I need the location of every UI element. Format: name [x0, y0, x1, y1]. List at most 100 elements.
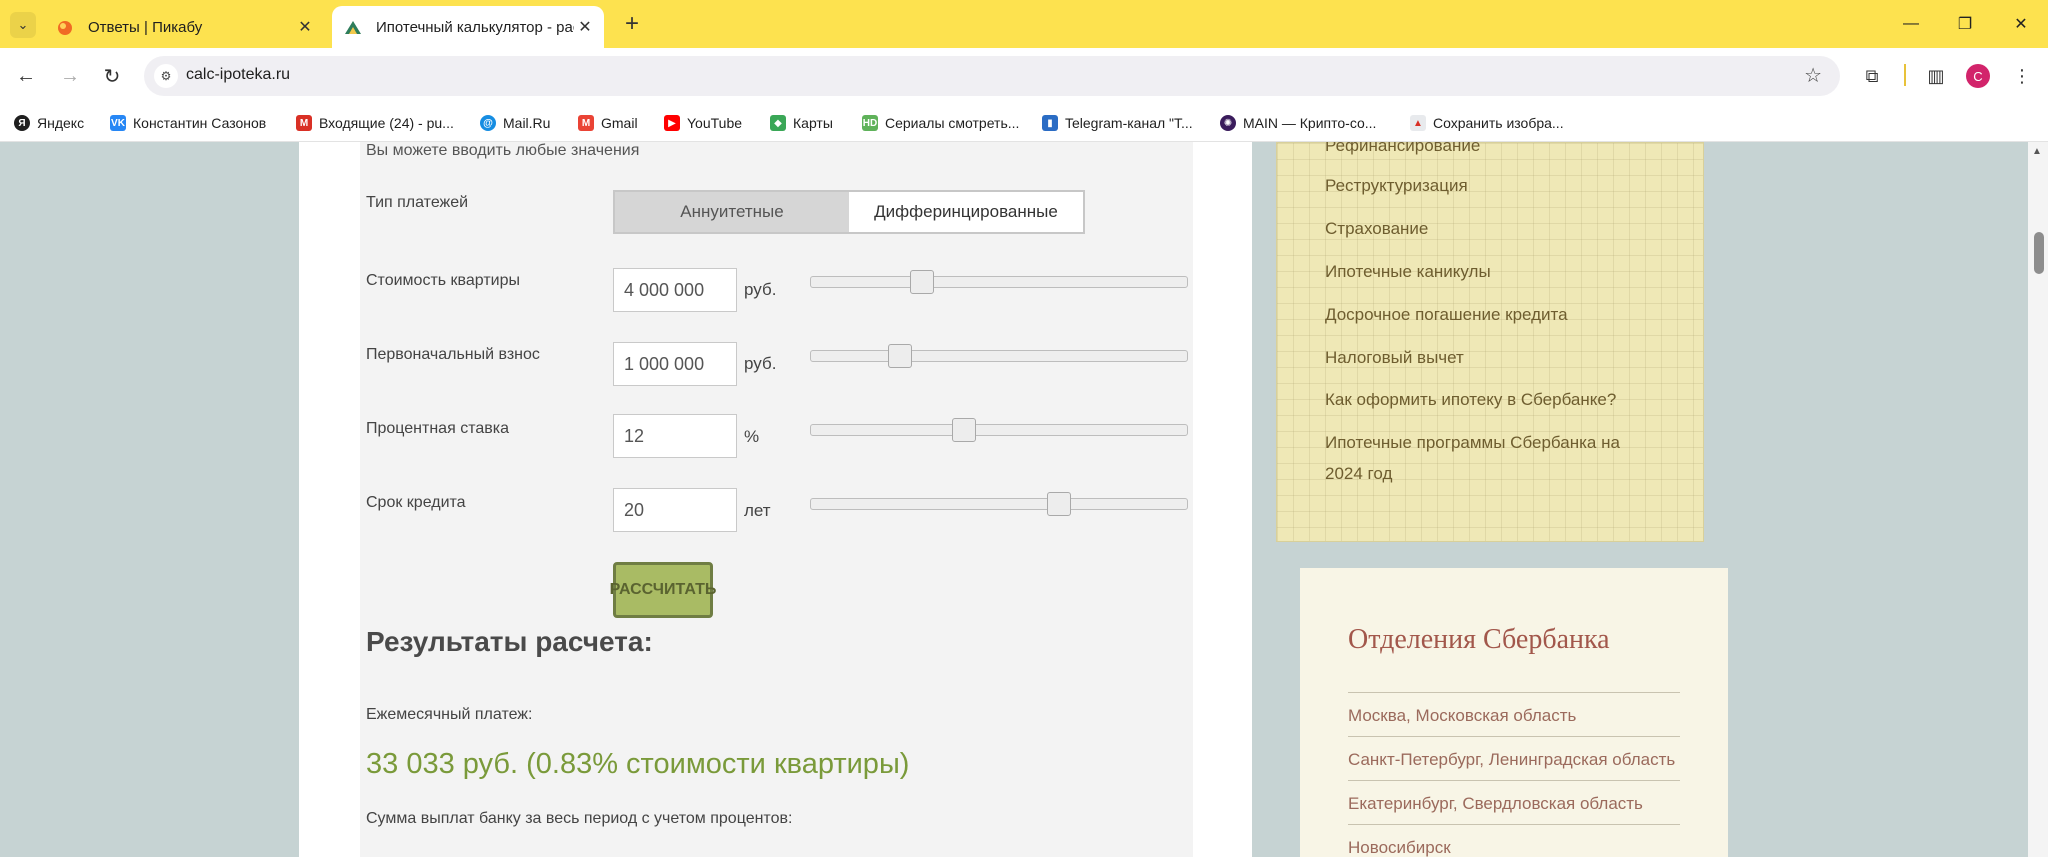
- sidebar-link[interactable]: Ипотечные программы Сбербанка на: [1325, 428, 1620, 458]
- close-icon[interactable]: ✕: [574, 16, 596, 38]
- hd-icon: HD: [862, 115, 878, 131]
- bookmark-star-icon[interactable]: ☆: [1804, 63, 1822, 88]
- tab-ipoteka[interactable]: Ипотечный калькулятор - рас ✕: [332, 6, 604, 48]
- page-viewport: Вы можете вводить любые значения Тип пла…: [0, 142, 2048, 857]
- loan-term-input[interactable]: 20: [613, 488, 737, 532]
- bookmark-item[interactable]: Я Яндекс: [14, 114, 84, 132]
- slider-handle[interactable]: [952, 418, 976, 442]
- image-save-icon: ▲: [1410, 115, 1426, 131]
- interest-rate-unit: %: [744, 427, 760, 446]
- address-bar[interactable]: ⚙ calc-ipoteka.ru ☆: [144, 56, 1840, 96]
- annuity-option[interactable]: Аннуитетные: [615, 192, 849, 232]
- interest-rate-slider[interactable]: [810, 418, 1188, 442]
- slider-handle[interactable]: [888, 344, 912, 368]
- divider: [1348, 736, 1680, 737]
- bookmark-item[interactable]: ▶ YouTube: [664, 114, 742, 132]
- interest-rate-input[interactable]: 12: [613, 414, 737, 458]
- browser-toolbar: ← → ↻ ⚙ calc-ipoteka.ru ☆ ⧉ ▥ ⋮: [0, 48, 2048, 104]
- monthly-payment-label: Ежемесячный платеж:: [366, 706, 533, 723]
- branch-link[interactable]: Санкт-Петербург, Ленинградская область: [1348, 750, 1675, 770]
- interest-rate-label: Процентная ставка: [366, 420, 509, 437]
- bookmark-item[interactable]: M Gmail: [578, 114, 638, 132]
- branches-panel: Отделения Сбербанка Москва, Московская о…: [1300, 568, 1728, 857]
- apartment-price-unit: руб.: [744, 280, 777, 299]
- tab-title: Ипотечный калькулятор - рас: [376, 18, 574, 36]
- tab-title: Ответы | Пикабу: [88, 18, 203, 36]
- url-text: calc-ipoteka.ru: [186, 66, 291, 83]
- bookmark-item[interactable]: M Входящие (24) - pu...: [296, 114, 454, 132]
- bookmark-item[interactable]: ▲ Сохранить изобра...: [1410, 114, 1564, 132]
- arrow-left-icon: ←: [16, 64, 36, 87]
- sidebar-link[interactable]: Реструктуризация: [1325, 171, 1468, 201]
- scroll-up-icon[interactable]: ▲: [2032, 146, 2042, 157]
- loan-term-unit: лет: [744, 501, 771, 520]
- ipoteka-favicon-icon: [345, 21, 361, 34]
- chevron-down-icon: ⌄: [17, 17, 29, 32]
- branch-link[interactable]: Москва, Московская область: [1348, 706, 1576, 726]
- monthly-payment-value: 33 033 руб. (0.83% стоимости квартиры): [366, 748, 910, 780]
- vk-icon: VK: [110, 115, 126, 131]
- sidebar-menu: Рефинансирование Реструктуризация Страхо…: [1276, 142, 1704, 542]
- side-panel-icon[interactable]: ▥: [1922, 62, 1950, 90]
- bookmark-item[interactable]: HD Сериалы смотреть...: [862, 114, 1019, 132]
- down-payment-label: Первоначальный взнос: [366, 346, 540, 363]
- bookmark-item[interactable]: ▮ Telegram-канал "Т...: [1042, 114, 1193, 132]
- arrow-right-icon: →: [60, 64, 80, 87]
- input-hint: Вы можете вводить любые значения: [366, 142, 640, 159]
- crypto-icon: ✺: [1220, 115, 1236, 131]
- bookmarks-bar: Я Яндекс VK Константин Сазонов M Входящие (…: [0, 104, 2048, 142]
- toolbar-divider: [1904, 64, 1906, 86]
- reload-button[interactable]: ↻: [98, 62, 126, 90]
- loan-term-slider[interactable]: [810, 492, 1188, 516]
- forward-button[interactable]: →: [56, 62, 84, 90]
- sidebar-link[interactable]: 2024 год: [1325, 459, 1392, 489]
- slider-handle[interactable]: [1047, 492, 1071, 516]
- profile-avatar[interactable]: С: [1966, 64, 1990, 88]
- minimize-button[interactable]: —: [1894, 12, 1928, 36]
- close-icon[interactable]: ✕: [294, 16, 316, 38]
- scrollbar-thumb[interactable]: [2034, 232, 2044, 274]
- apartment-price-slider[interactable]: [810, 270, 1188, 294]
- slider-handle[interactable]: [910, 270, 934, 294]
- gmail-icon: M: [296, 115, 312, 131]
- branch-link[interactable]: Екатеринбург, Свердловская область: [1348, 794, 1643, 814]
- results-title: Результаты расчета:: [366, 626, 653, 657]
- divider: [1348, 692, 1680, 693]
- page-scrollbar[interactable]: ▲: [2028, 142, 2048, 857]
- chart-icon: ▮: [1042, 115, 1058, 131]
- branch-link[interactable]: Новосибирск: [1348, 838, 1451, 857]
- sidebar-link[interactable]: Как оформить ипотеку в Сбербанке?: [1325, 385, 1616, 415]
- bookmark-item[interactable]: ◆ Карты: [770, 114, 833, 132]
- maps-icon: ◆: [770, 115, 786, 131]
- down-payment-slider[interactable]: [810, 344, 1188, 368]
- youtube-icon: ▶: [664, 115, 680, 131]
- sidebar-link[interactable]: Ипотечные каникулы: [1325, 257, 1491, 287]
- bookmark-item[interactable]: ✺ MAIN — Крипто-со...: [1220, 114, 1376, 132]
- total-payment-label: Сумма выплат банку за весь период с учет…: [366, 810, 793, 827]
- restore-button[interactable]: ❐: [1948, 12, 1982, 36]
- sidebar-link[interactable]: Страхование: [1325, 214, 1428, 244]
- new-tab-button[interactable]: +: [618, 10, 646, 38]
- divider: [1348, 780, 1680, 781]
- sidebar-link[interactable]: Рефинансирование: [1325, 142, 1480, 161]
- tab-pikabu[interactable]: Ответы | Пикабу ✕: [44, 6, 324, 48]
- menu-kebab-icon[interactable]: ⋮: [2008, 62, 2036, 90]
- sidebar-link[interactable]: Досрочное погашение кредита: [1325, 300, 1568, 330]
- bookmark-item[interactable]: VK Константин Сазонов: [110, 114, 266, 132]
- sidebar-link[interactable]: Налоговый вычет: [1325, 343, 1464, 373]
- back-button[interactable]: ←: [12, 62, 40, 90]
- down-payment-input[interactable]: 1 000 000: [613, 342, 737, 386]
- extensions-icon[interactable]: ⧉: [1858, 62, 1886, 90]
- apartment-price-input[interactable]: 4 000 000: [613, 268, 737, 312]
- site-settings-icon[interactable]: ⚙: [154, 64, 178, 88]
- tab-search-button[interactable]: ⌄: [10, 12, 36, 38]
- bookmark-item[interactable]: @ Mail.Ru: [480, 114, 550, 132]
- differentiated-option[interactable]: Дифферинцированные: [849, 192, 1083, 232]
- apartment-price-label: Стоимость квартиры: [366, 272, 520, 289]
- tab-strip: ⌄ Ответы | Пикабу ✕ Ипотечный калькулято…: [0, 0, 2048, 48]
- mortgage-calculator: Вы можете вводить любые значения Тип пла…: [360, 142, 1193, 857]
- window-close-button[interactable]: ✕: [2004, 12, 2038, 36]
- divider: [1348, 824, 1680, 825]
- payment-type-label: Тип платежей: [366, 194, 469, 211]
- calculate-button[interactable]: РАССЧИТАТЬ: [610, 562, 716, 618]
